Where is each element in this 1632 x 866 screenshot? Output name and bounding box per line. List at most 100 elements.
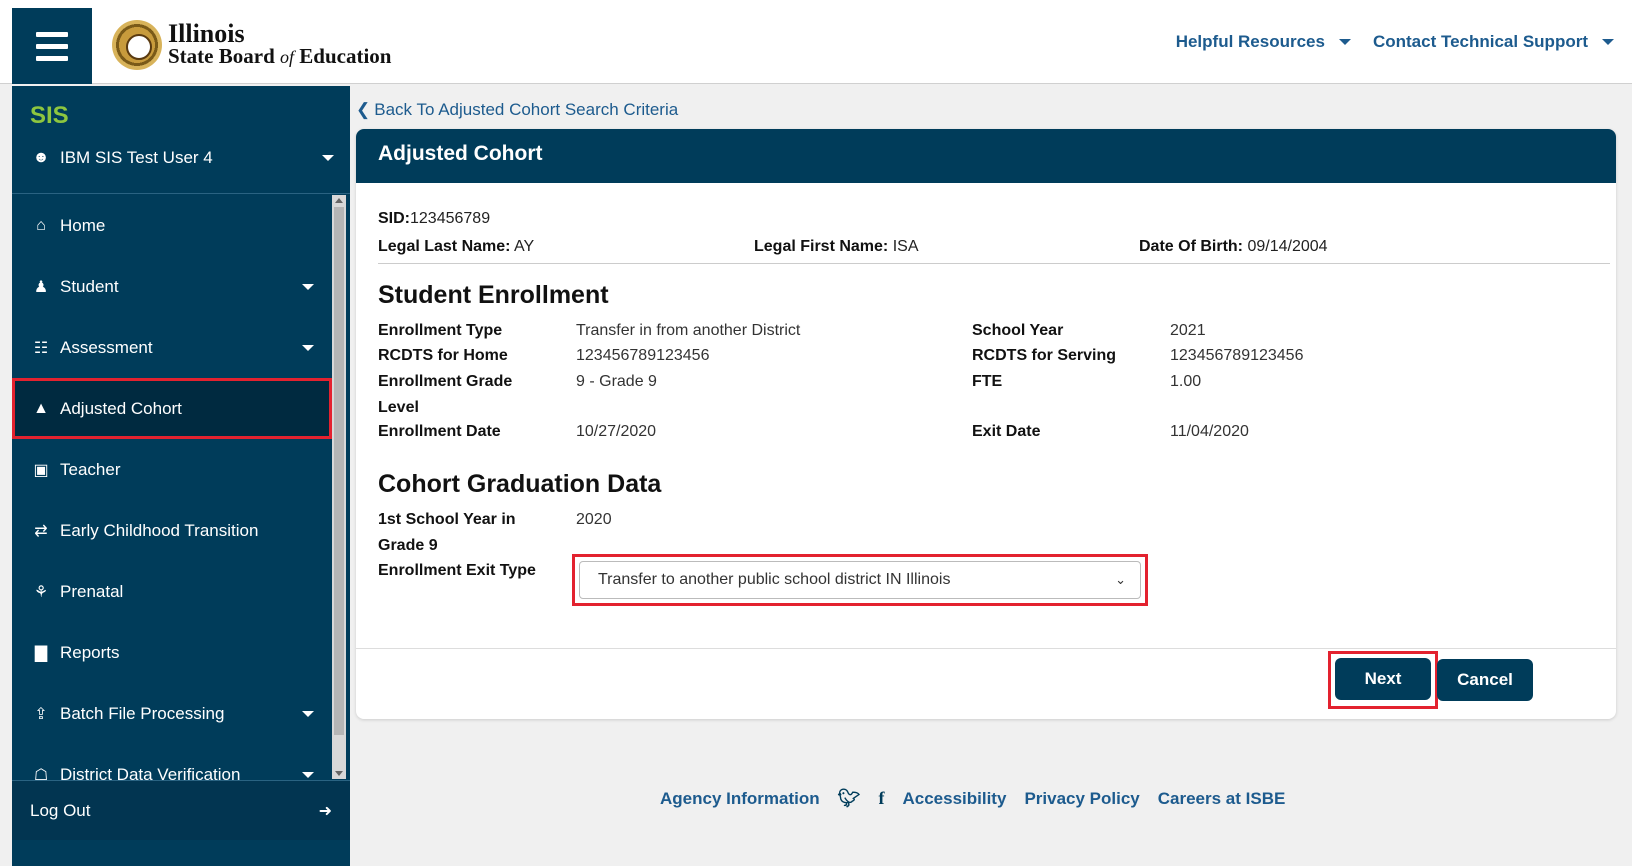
baby-carriage-icon: ⚘ bbox=[33, 583, 49, 601]
sidebar-item-label: Student bbox=[60, 276, 119, 296]
careers-link[interactable]: Careers at ISBE bbox=[1158, 789, 1286, 809]
first-year-label-line2: Grade 9 bbox=[378, 537, 438, 554]
sid-label: SID: bbox=[378, 210, 410, 227]
last-name-label: Legal Last Name: bbox=[378, 238, 511, 255]
sidebar-divider bbox=[12, 193, 350, 194]
sidebar-app-title: SIS bbox=[30, 102, 69, 129]
cohort-graduation-title: Cohort Graduation Data bbox=[378, 470, 662, 498]
sidebar-item-label: Early Childhood Transition bbox=[60, 520, 259, 540]
top-header: Illinois State Board of Education Helpfu… bbox=[0, 0, 1632, 84]
accessibility-link[interactable]: Accessibility bbox=[902, 789, 1006, 809]
back-link[interactable]: ❮ Back To Adjusted Cohort Search Criteri… bbox=[356, 100, 678, 120]
exit-type-select[interactable]: Transfer to another public school distri… bbox=[579, 561, 1141, 599]
adjusted-cohort-card: Adjusted Cohort SID:123456789 Legal Last… bbox=[356, 129, 1616, 719]
contact-support-dropdown[interactable]: Contact Technical Support bbox=[1373, 32, 1614, 52]
school-year-value: 2021 bbox=[1170, 322, 1206, 339]
exit-type-highlight: Transfer to another public school distri… bbox=[572, 554, 1148, 606]
dob-label: Date Of Birth: bbox=[1139, 238, 1243, 255]
sidebar-nav: ⌂ Home ♟ Student ☷ Assessment ▲ Adjusted Cohort… bbox=[12, 195, 332, 805]
user-name: IBM SIS Test User 4 bbox=[60, 148, 213, 167]
logo-sub-b: Education bbox=[299, 43, 392, 68]
sidebar-item-label: Assessment bbox=[60, 337, 153, 357]
sign-out-icon: ➜ bbox=[318, 802, 332, 820]
grade-level-value: 9 - Grade 9 bbox=[576, 373, 657, 390]
enrollment-type-label: Enrollment Type bbox=[378, 322, 503, 339]
rcdts-serving-value: 123456789123456 bbox=[1170, 347, 1304, 364]
teacher-board-icon: ▣ bbox=[33, 461, 49, 479]
exit-type-label: Enrollment Exit Type bbox=[378, 562, 536, 579]
grade-level-label-line1: Enrollment Grade bbox=[378, 373, 513, 390]
sidebar-item-label: Batch File Processing bbox=[60, 703, 225, 723]
privacy-policy-link[interactable]: Privacy Policy bbox=[1024, 789, 1139, 809]
first-name-value: ISA bbox=[892, 238, 919, 255]
logo-title: Illinois bbox=[168, 18, 245, 48]
sidebar-item-batch-file-processing[interactable]: ⇪ Batch File Processing bbox=[12, 683, 332, 744]
isbe-logo[interactable]: Illinois State Board of Education bbox=[112, 20, 391, 70]
exit-date-label: Exit Date bbox=[972, 423, 1041, 440]
first-name-row: Legal First Name: ISA bbox=[754, 238, 919, 256]
rcdts-home-value: 123456789123456 bbox=[576, 347, 710, 364]
sidebar-item-assessment[interactable]: ☷ Assessment bbox=[12, 317, 332, 378]
exit-type-selected: Transfer to another public school distri… bbox=[598, 571, 951, 588]
first-year-label-line1: 1st School Year in bbox=[378, 511, 516, 528]
sidebar-item-home[interactable]: ⌂ Home bbox=[12, 195, 332, 256]
back-link-label: Back To Adjusted Cohort Search Criteria bbox=[374, 100, 679, 119]
scrollbar-thumb[interactable] bbox=[334, 207, 344, 735]
top-links: Helpful Resources Contact Technical Supp… bbox=[1176, 32, 1614, 52]
next-highlight: Next bbox=[1328, 651, 1438, 709]
enrollment-date-label: Enrollment Date bbox=[378, 423, 501, 440]
logo-sub-of: of bbox=[280, 46, 295, 67]
chevron-down-icon bbox=[322, 155, 334, 161]
student-icon: ♟ bbox=[33, 278, 49, 296]
scroll-up-icon[interactable] bbox=[335, 198, 343, 203]
sidebar-item-student[interactable]: ♟ Student bbox=[12, 256, 332, 317]
dob-value: 09/14/2004 bbox=[1247, 238, 1328, 255]
hamburger-bar bbox=[36, 31, 68, 37]
hamburger-bar bbox=[36, 43, 68, 49]
sidebar-item-reports[interactable]: ▇ Reports bbox=[12, 622, 332, 683]
sidebar-item-prenatal[interactable]: ⚘ Prenatal bbox=[12, 561, 332, 622]
enrollment-type-value: Transfer in from another District bbox=[576, 322, 801, 339]
logo-subtitle: State Board of Education bbox=[168, 45, 391, 68]
sidebar-scrollbar[interactable] bbox=[332, 195, 346, 779]
sidebar-item-adjusted-cohort[interactable]: ▲ Adjusted Cohort bbox=[12, 378, 332, 439]
exit-date-value: 11/04/2020 bbox=[1170, 423, 1249, 440]
exchange-icon: ⇄ bbox=[34, 522, 48, 540]
next-button[interactable]: Next bbox=[1335, 658, 1431, 700]
illinois-seal-icon bbox=[112, 20, 162, 70]
contact-support-label: Contact Technical Support bbox=[1372, 32, 1588, 51]
page-footer: Agency Information 🐦︎ f Accessibility Pr… bbox=[660, 788, 1285, 809]
helpful-resources-dropdown[interactable]: Helpful Resources bbox=[1176, 32, 1351, 52]
sidebar-item-label: Home bbox=[60, 215, 106, 235]
first-year-label: 1st School Year in Grade 9 bbox=[378, 507, 516, 559]
enrollment-date-value: 10/27/2020 bbox=[576, 423, 657, 440]
chevron-down-icon bbox=[302, 344, 314, 351]
sidebar-item-teacher[interactable]: ▣ Teacher bbox=[12, 439, 332, 500]
school-year-label: School Year bbox=[972, 322, 1064, 339]
sid-row: SID:123456789 bbox=[378, 210, 490, 228]
fte-label: FTE bbox=[972, 373, 1003, 390]
sidebar: SIS ☻ IBM SIS Test User 4 ⌂ Home ♟ Student ☷… bbox=[12, 86, 350, 866]
twitter-icon[interactable]: 🐦︎ bbox=[838, 788, 861, 809]
sidebar-item-label: Reports bbox=[60, 642, 120, 662]
hamburger-bar bbox=[36, 55, 68, 61]
logout-button[interactable]: Log Out ➜ bbox=[12, 780, 350, 840]
sidebar-item-early-childhood-transition[interactable]: ⇄ Early Childhood Transition bbox=[12, 500, 332, 561]
grade-level-label: Enrollment Grade Level bbox=[378, 369, 512, 421]
logo-text: Illinois State Board of Education bbox=[168, 18, 391, 68]
agency-information-link[interactable]: Agency Information bbox=[660, 789, 820, 809]
sidebar-item-label: Prenatal bbox=[60, 581, 124, 601]
first-name-label: Legal First Name: bbox=[754, 238, 889, 255]
student-enrollment-title: Student Enrollment bbox=[378, 281, 609, 309]
grade-level-label-line2: Level bbox=[378, 399, 419, 416]
cancel-button[interactable]: Cancel bbox=[1437, 659, 1533, 701]
home-icon: ⌂ bbox=[36, 216, 46, 234]
sid-value: 123456789 bbox=[410, 210, 491, 227]
first-year-value: 2020 bbox=[576, 511, 612, 528]
hamburger-menu-button[interactable] bbox=[12, 8, 92, 84]
facebook-icon[interactable]: f bbox=[878, 788, 884, 809]
rcdts-serving-label: RCDTS for Serving bbox=[972, 347, 1117, 364]
user-menu[interactable]: ☻ IBM SIS Test User 4 bbox=[30, 148, 334, 168]
graduation-cap-icon: ▲ bbox=[33, 399, 49, 417]
scroll-down-icon[interactable] bbox=[335, 771, 343, 776]
